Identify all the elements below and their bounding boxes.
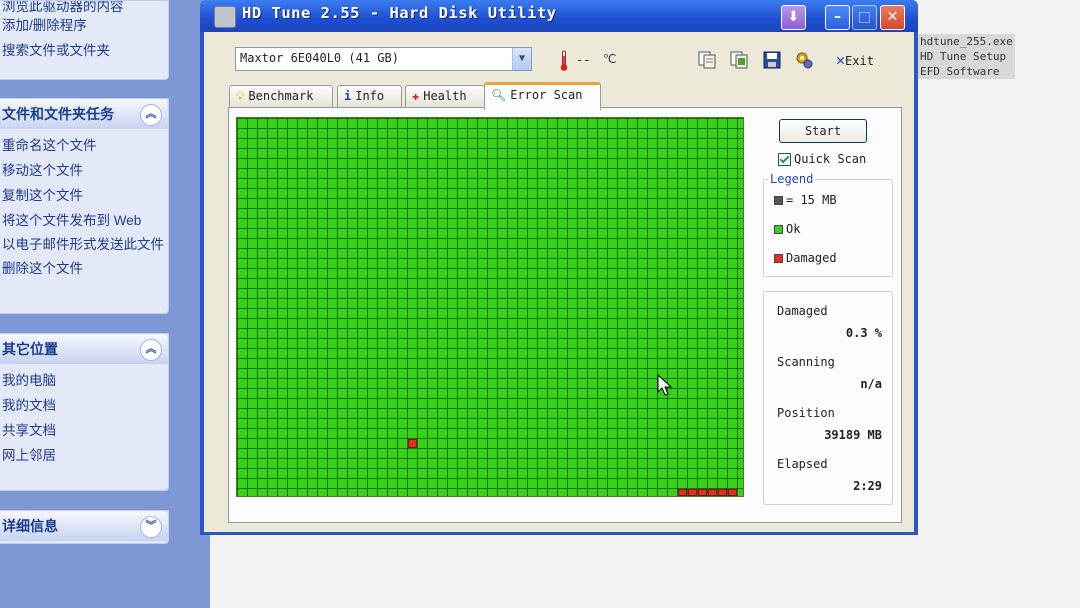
tab-benchmark-label: Benchmark	[248, 89, 314, 103]
damaged-block	[698, 489, 707, 496]
elapsed-label: Elapsed	[777, 457, 828, 471]
exit-label: Exit	[845, 54, 874, 68]
move-file-link[interactable]: 移动这个文件	[0, 158, 168, 183]
other-places-title: 其它位置	[2, 341, 58, 357]
damaged-block	[408, 439, 417, 448]
tab-info-label: Info	[355, 89, 385, 103]
email-file-link[interactable]: 以电子邮件形式发送此文件	[0, 233, 168, 256]
scanning-value: n/a	[860, 377, 882, 391]
exit-button[interactable]: ✕Exit	[836, 51, 884, 71]
elapsed-value: 2:29	[853, 479, 882, 493]
collapse-chevron-icon[interactable]: ︽	[140, 339, 162, 361]
damaged-block	[708, 489, 717, 496]
drive-select-value: Maxtor 6E040L0 (41 GB)	[240, 51, 399, 65]
damaged-value: 0.3 %	[845, 326, 882, 340]
save-icon[interactable]	[763, 51, 781, 69]
health-cross-icon: ✚	[412, 89, 420, 103]
expand-chevron-icon[interactable]: ︾	[140, 516, 162, 538]
temperature-unit: ℃	[603, 52, 617, 66]
copy-all-icon[interactable]	[730, 51, 748, 69]
collapse-chevron-icon[interactable]: ︽	[140, 104, 162, 126]
my-computer-link[interactable]: 我的电脑	[0, 368, 168, 393]
browse-drive-link[interactable]: 浏览此驱动器的内容	[0, 1, 168, 13]
legend-ok-text: Ok	[786, 222, 801, 236]
my-documents-link[interactable]: 我的文档	[0, 393, 168, 418]
tab-benchmark[interactable]: 💡︎ Benchmark	[229, 85, 333, 107]
hdtune-app-icon	[214, 6, 236, 28]
scan-stats-group: Damaged 0.3 % Scanning n/a Position 3918…	[763, 291, 893, 505]
file-name-selected[interactable]: hdtune_255.exe	[918, 34, 1015, 49]
legend-title: Legend	[768, 172, 816, 186]
window-client: Maxtor 6E040L0 (41 GB) ▼ -- ℃ ✕Exit 💡︎ B…	[204, 32, 914, 532]
minimize-button[interactable]: –	[825, 5, 850, 30]
details-panel: 详细信息 ︾	[0, 510, 169, 544]
other-places-header[interactable]: 其它位置 ︽	[0, 334, 168, 364]
lightbulb-icon: 💡︎	[236, 89, 245, 103]
delete-file-link[interactable]: 删除这个文件	[0, 256, 168, 281]
damaged-block	[718, 489, 727, 496]
position-label: Position	[777, 406, 835, 420]
temperature-value: --	[576, 53, 591, 67]
window-title: HD Tune 2.55 - Hard Disk Utility	[242, 4, 557, 22]
legend-block-size-text: = 15 MB	[786, 193, 837, 207]
magnifier-icon: 🔍︎	[491, 88, 507, 102]
download-arrow-icon[interactable]: ⬇	[781, 5, 806, 30]
file-tasks-title: 文件和文件夹任务	[2, 106, 114, 122]
title-bar[interactable]: HD Tune 2.55 - Hard Disk Utility ⬇ – □ ✕	[200, 0, 918, 32]
tab-health-label: Health	[423, 89, 467, 103]
legend-group: Legend = 15 MB Ok Damaged	[763, 172, 893, 277]
damaged-label: Damaged	[777, 304, 828, 318]
tab-info[interactable]: i Info	[337, 85, 402, 107]
file-company[interactable]: EFD Software	[918, 64, 1015, 79]
details-header[interactable]: 详细信息 ︾	[0, 511, 168, 541]
quick-scan-label: Quick Scan	[794, 152, 867, 166]
damaged-swatch	[774, 254, 783, 263]
tab-error-scan-label: Error Scan	[510, 88, 583, 102]
ok-swatch	[774, 225, 783, 234]
legend-block-size: = 15 MB	[774, 193, 837, 207]
details-title: 详细信息	[2, 518, 58, 534]
rename-file-link[interactable]: 重命名这个文件	[0, 133, 168, 158]
hdtune-window: HD Tune 2.55 - Hard Disk Utility ⬇ – □ ✕…	[200, 0, 918, 535]
copy-file-link[interactable]: 复制这个文件	[0, 183, 168, 208]
publish-web-link[interactable]: 将这个文件发布到 Web	[0, 208, 168, 233]
checkbox-checked-icon[interactable]	[778, 153, 791, 166]
position-value: 39189 MB	[824, 428, 882, 442]
block-size-swatch	[774, 196, 783, 205]
damaged-block	[688, 489, 697, 496]
options-icon[interactable]	[795, 51, 813, 69]
other-places-panel: 其它位置 ︽ 我的电脑 我的文档 共享文档 网上邻居	[0, 333, 169, 491]
start-button[interactable]: Start	[779, 119, 867, 143]
close-button[interactable]: ✕	[880, 5, 905, 30]
tab-error-scan[interactable]: 🔍︎ Error Scan	[484, 82, 601, 110]
damaged-block	[678, 489, 687, 496]
legend-damaged: Damaged	[774, 251, 837, 265]
tab-health[interactable]: ✚ Health	[405, 85, 485, 107]
file-description[interactable]: HD Tune Setup	[918, 49, 1015, 64]
add-remove-programs-link[interactable]: 添加/删除程序	[0, 13, 168, 38]
chevron-down-icon[interactable]: ▼	[512, 48, 531, 70]
system-tasks-panel: 浏览此驱动器的内容 添加/删除程序 搜索文件或文件夹	[0, 0, 169, 80]
copy-info-icon[interactable]	[698, 51, 716, 69]
legend-damaged-text: Damaged	[786, 251, 837, 265]
info-icon: i	[344, 89, 352, 103]
thermometer-icon	[560, 50, 568, 71]
damaged-block	[728, 489, 737, 496]
mouse-cursor-icon	[657, 374, 673, 396]
file-tasks-panel: 文件和文件夹任务 ︽ 重命名这个文件 移动这个文件 复制这个文件 将这个文件发布…	[0, 98, 169, 314]
exit-x-icon: ✕	[836, 51, 846, 69]
file-list: hdtune_255.exe HD Tune Setup EFD Softwar…	[918, 34, 1015, 79]
scanning-label: Scanning	[777, 355, 835, 369]
file-tasks-header[interactable]: 文件和文件夹任务 ︽	[0, 99, 168, 129]
error-scan-panel: Start Quick Scan Legend = 15 MB Ok Damag…	[228, 107, 902, 523]
explorer-task-pane: 浏览此驱动器的内容 添加/删除程序 搜索文件或文件夹 文件和文件夹任务 ︽ 重命…	[0, 0, 210, 608]
drive-select[interactable]: Maxtor 6E040L0 (41 GB) ▼	[235, 47, 532, 71]
shared-documents-link[interactable]: 共享文档	[0, 418, 168, 443]
scan-block-map	[236, 117, 744, 497]
network-places-link[interactable]: 网上邻居	[0, 443, 168, 468]
legend-ok: Ok	[774, 222, 800, 236]
maximize-button[interactable]: □	[852, 5, 877, 30]
search-files-link[interactable]: 搜索文件或文件夹	[0, 38, 168, 63]
quick-scan-checkbox[interactable]: Quick Scan	[778, 152, 866, 166]
